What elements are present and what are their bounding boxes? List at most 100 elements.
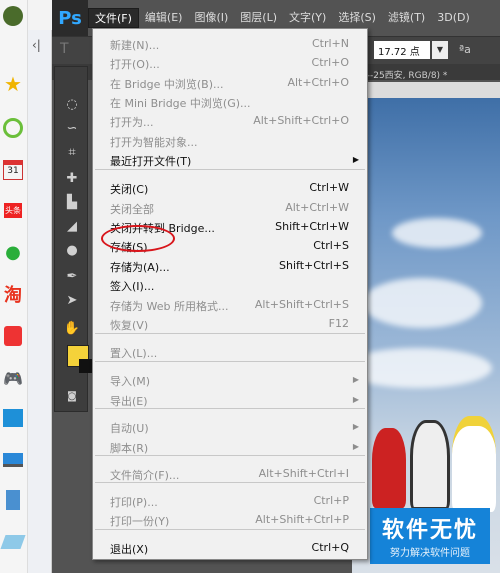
menu-item-shortcut: Alt+Shift+Ctrl+O xyxy=(253,114,349,127)
monitor-icon[interactable] xyxy=(0,448,26,472)
menubar: 文件(F) 编辑(E) 图像(I) 图层(L) 文字(Y) 选择(S) 滤镜(T) 3D(D) xyxy=(88,8,476,30)
menu-item-recent-files[interactable]: 最近打开文件(T) ▶ xyxy=(93,151,367,170)
menu-item-print-one[interactable]: 打印一份(Y) Alt+Shift+Ctrl+P xyxy=(93,511,367,530)
calculator-icon[interactable] xyxy=(0,488,26,512)
menu-item-revert[interactable]: 恢复(V) F12 xyxy=(93,315,367,334)
pen-tool-icon[interactable]: ✒ xyxy=(61,267,83,287)
menu-item-browse-bridge[interactable]: 在 Bridge 中浏览(B)... Alt+Ctrl+O xyxy=(93,74,367,93)
menu-item-label: 打印一份(Y) xyxy=(110,515,170,528)
menu-item-import[interactable]: 导入(M) ▶ xyxy=(93,371,367,390)
antialias-label[interactable]: ªa xyxy=(459,43,471,56)
clock-icon[interactable] xyxy=(0,116,26,140)
menu-item-label: 置入(L)... xyxy=(110,347,158,360)
menu-item-label: 关闭全部 xyxy=(110,203,154,216)
file-menu: 新建(N)... Ctrl+N 打开(O)... Ctrl+O 在 Bridge 中浏览… xyxy=(92,28,368,560)
menu-file[interactable]: 文件(F) xyxy=(88,8,139,28)
taskbar: ★ 31 头条 ● 淘 🎮 xyxy=(0,0,28,573)
menu-item-browse-mini-bridge[interactable]: 在 Mini Bridge 中浏览(G)... xyxy=(93,93,367,112)
menu-item-open-as[interactable]: 打开为... Alt+Shift+Ctrl+O xyxy=(93,112,367,131)
menu-item-shortcut: Alt+Ctrl+O xyxy=(287,76,349,89)
watermark-logo: 软件无忧 努力解决软件问题 xyxy=(370,508,490,564)
marquee-tool-icon[interactable]: ◌ xyxy=(61,95,83,115)
back-icon[interactable]: ‹| xyxy=(32,38,41,52)
menu-item-check-in[interactable]: 签入(I)... xyxy=(93,276,367,295)
menu-item-close-all[interactable]: 关闭全部 Alt+Ctrl+W xyxy=(93,199,367,218)
cyclist-figure xyxy=(372,428,406,508)
menu-filter[interactable]: 滤镜(T) xyxy=(382,8,431,28)
hand-tool-icon[interactable]: ✋ xyxy=(61,319,83,339)
menu-item-place[interactable]: 置入(L)... xyxy=(93,343,367,362)
tools-panel: ◌ ∽ ⌗ ✚ ▙ ◢ ● ✒ ➤ ✋ ◙ xyxy=(54,66,93,412)
font-size-field[interactable]: 17.72 点 xyxy=(374,41,430,59)
menu-type[interactable]: 文字(Y) xyxy=(283,8,332,28)
toutiao-label: 头条 xyxy=(4,202,22,218)
gamepad-icon[interactable]: 🎮 xyxy=(0,366,26,390)
save-highlight-circle xyxy=(101,225,175,252)
menu-item-print[interactable]: 打印(P)... Ctrl+P xyxy=(93,492,367,511)
blur-tool-icon[interactable]: ● xyxy=(61,241,83,261)
chevron-down-icon[interactable]: ▼ xyxy=(432,41,448,59)
menu-item-label: 恢复(V) xyxy=(110,319,149,332)
app-avatar-icon[interactable] xyxy=(0,4,26,28)
menu-item-open[interactable]: 打开(O)... Ctrl+O xyxy=(93,54,367,73)
menu-item-shortcut: Alt+Shift+Ctrl+S xyxy=(254,298,349,311)
menu-item-label: 打开为... xyxy=(110,116,154,129)
toutiao-icon[interactable]: 头条 xyxy=(0,198,26,222)
ps-logo: Ps xyxy=(52,0,88,36)
menu-separator xyxy=(95,455,365,456)
menu-item-label: 签入(I)... xyxy=(110,280,155,293)
stamp-tool-icon[interactable]: ▙ xyxy=(61,193,83,213)
video-icon[interactable] xyxy=(0,406,26,430)
eraser-tool-icon[interactable]: ◢ xyxy=(61,217,83,237)
menu-item-shortcut: Alt+Shift+Ctrl+P xyxy=(255,513,349,526)
menu-image[interactable]: 图像(I) xyxy=(188,8,234,28)
menu-item-save-as[interactable]: 存储为(A)... Shift+Ctrl+S xyxy=(93,257,367,276)
type-tool-icon[interactable]: T xyxy=(60,41,69,57)
menu-item-label: 关闭(C) xyxy=(110,183,149,196)
menu-item-shortcut: Shift+Ctrl+S xyxy=(279,259,349,272)
crop-tool-icon[interactable]: ⌗ xyxy=(61,143,83,163)
watermark-subtitle: 努力解决软件问题 xyxy=(390,548,470,559)
gift-icon[interactable] xyxy=(0,324,26,348)
submenu-arrow-icon: ▶ xyxy=(352,422,359,431)
quick-mask-icon[interactable]: ◙ xyxy=(61,387,83,407)
menu-item-label: 在 Mini Bridge 中浏览(G)... xyxy=(110,97,251,110)
cloud xyxy=(352,348,492,388)
menu-separator xyxy=(95,333,365,334)
document-tab[interactable]: 车1--25西安, RGB/8) * xyxy=(352,68,500,82)
lasso-tool-icon[interactable]: ∽ xyxy=(61,119,83,139)
menu-item-label: 文件简介(F)... xyxy=(110,469,180,482)
menu-item-label: 在 Bridge 中浏览(B)... xyxy=(110,78,224,91)
menu-item-close[interactable]: 关闭(C) Ctrl+W xyxy=(93,179,367,198)
calendar-icon[interactable]: 31 xyxy=(0,158,26,182)
submenu-arrow-icon: ▶ xyxy=(352,442,359,451)
star-icon[interactable]: ★ xyxy=(0,72,26,96)
watermark-title: 软件无忧 xyxy=(381,518,478,543)
menu-item-label: 退出(X) xyxy=(110,543,149,556)
menu-edit[interactable]: 编辑(E) xyxy=(139,8,189,28)
menu-item-label: 打开为智能对象... xyxy=(110,136,198,149)
background-color[interactable] xyxy=(79,359,93,373)
menu-separator xyxy=(95,482,365,483)
menu-layer[interactable]: 图层(L) xyxy=(234,8,283,28)
menu-separator xyxy=(95,408,365,409)
menu-item-shortcut: Ctrl+Q xyxy=(311,541,349,554)
menu-3d[interactable]: 3D(D) xyxy=(431,8,476,28)
canvas-photo[interactable] xyxy=(352,98,500,573)
selection-tool-icon[interactable]: ➤ xyxy=(61,291,83,311)
menu-select[interactable]: 选择(S) xyxy=(332,8,382,28)
menu-item-label: 脚本(R) xyxy=(110,442,149,455)
menu-item-new[interactable]: 新建(N)... Ctrl+N xyxy=(93,35,367,54)
menu-item-save-for-web[interactable]: 存储为 Web 所用格式... Alt+Shift+Ctrl+S xyxy=(93,296,367,315)
menu-item-open-smart-object[interactable]: 打开为智能对象... xyxy=(93,132,367,151)
menu-item-label: 自动(U) xyxy=(110,422,149,435)
taobao-icon[interactable]: 淘 xyxy=(0,282,26,306)
eraser-icon[interactable] xyxy=(0,530,26,554)
menu-item-shortcut: F12 xyxy=(328,317,349,330)
menu-item-exit[interactable]: 退出(X) Ctrl+Q xyxy=(93,539,367,558)
wechat-icon[interactable]: ● xyxy=(0,240,26,264)
menu-item-label: 打印(P)... xyxy=(110,496,158,509)
healing-tool-icon[interactable]: ✚ xyxy=(61,169,83,189)
menu-item-shortcut: Ctrl+W xyxy=(309,181,349,194)
menu-item-automate[interactable]: 自动(U) ▶ xyxy=(93,418,367,437)
